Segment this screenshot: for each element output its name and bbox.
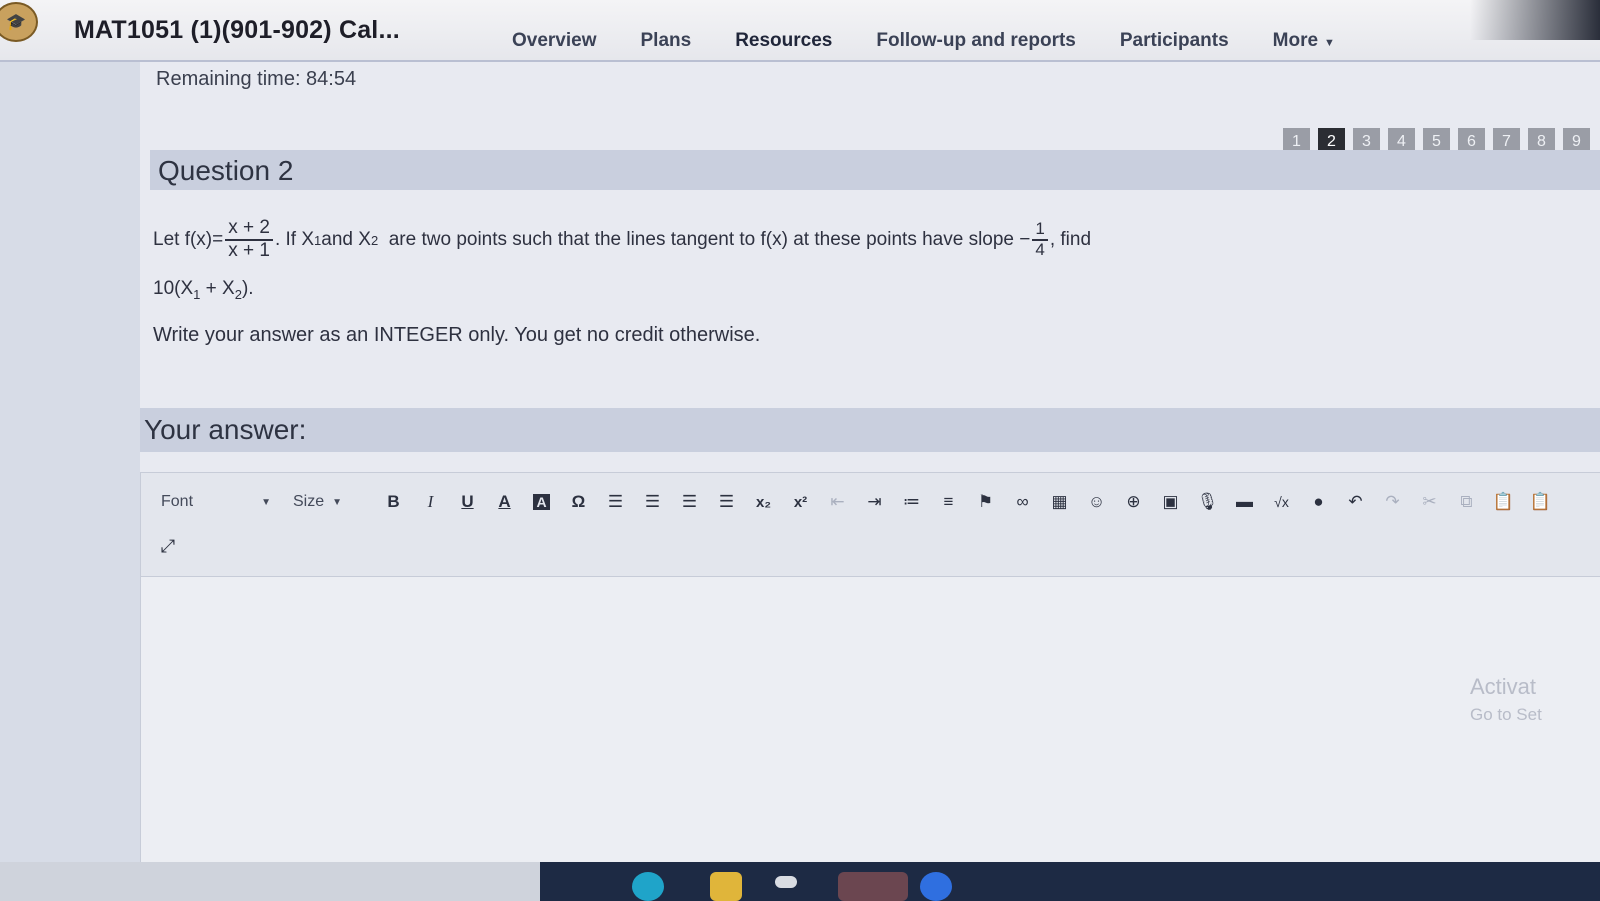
question-text: . If X	[274, 229, 315, 250]
nav-follow-up-and-reports[interactable]: Follow-up and reports	[854, 24, 1098, 65]
bullet-list-icon[interactable]: ≡	[932, 487, 965, 517]
question-header: Question 2	[150, 150, 1600, 190]
fraction-denominator: 4	[1035, 240, 1045, 259]
nav-overview[interactable]: Overview	[490, 24, 619, 65]
question-body: Let f(x)= x + 2 x + 1 . If X1 and X2 are…	[153, 212, 1553, 347]
toolbar-buttons: B I U A A Ω ☰ ☰ ☰ ☰ x₂ x² ⇤ ⇥ ≔ ≡ ⚑ ∞ ▦ …	[377, 487, 1557, 517]
special-character-button[interactable]: Ω	[562, 487, 595, 517]
anchor-flag-icon[interactable]: ⚑	[969, 487, 1002, 517]
left-sidebar	[0, 62, 140, 862]
align-justify-icon[interactable]: ☰	[710, 487, 743, 517]
answer-editor: Font ▼ Size ▼ B I U A A Ω ☰ ☰ ☰ ☰ x₂ x² …	[140, 472, 1600, 863]
font-select-label: Font	[161, 493, 194, 510]
os-taskbar	[0, 862, 1600, 901]
question-text: are two points such that the lines tange…	[378, 229, 1031, 250]
redo-icon[interactable]: ↷	[1376, 487, 1409, 517]
app-icon[interactable]	[920, 872, 952, 901]
top-navigation-bar: 🎓 MAT1051 (1)(901-902) Cal... Overview P…	[0, 0, 1600, 65]
answer-instruction: Write your answer as an INTEGER only. Yo…	[153, 323, 761, 346]
quiz-main: Remaining time: 84:54 1 2 3 4 5 6 7 8 9 …	[140, 62, 1600, 863]
question-text-line: Let f(x)= x + 2 x + 1 . If X1 and X2 are…	[153, 212, 1553, 268]
answer-text-area[interactable]	[141, 577, 1600, 863]
outdent-icon[interactable]: ⇤	[821, 487, 854, 517]
math-editor-icon[interactable]: ●	[1302, 487, 1335, 517]
text-color-button[interactable]: A	[488, 487, 521, 517]
maximize-icon[interactable]: ⤢	[153, 531, 183, 561]
caret-down-icon: ▼	[1324, 37, 1335, 49]
subscript: 2	[370, 232, 379, 248]
fraction-denominator: x + 1	[228, 240, 270, 261]
question-text: and X	[321, 229, 371, 250]
fraction-numerator: x + 2	[225, 217, 273, 241]
course-title[interactable]: MAT1051 (1)(901-902) Cal...	[74, 16, 400, 45]
function-fraction: x + 2 x + 1	[225, 217, 273, 262]
file-explorer-icon[interactable]	[710, 872, 742, 901]
image-icon[interactable]: ▣	[1154, 487, 1187, 517]
emoticon-icon[interactable]: ☺	[1080, 487, 1113, 517]
copy-icon[interactable]: ⧉	[1450, 487, 1483, 517]
bold-button[interactable]: B	[377, 487, 410, 517]
subscript: 1	[314, 232, 322, 248]
paste-text-icon[interactable]: 📋	[1524, 487, 1557, 517]
slope-fraction: 1 4	[1032, 220, 1048, 259]
numbered-list-icon[interactable]: ≔	[895, 487, 928, 517]
superscript-button[interactable]: x²	[784, 487, 817, 517]
window-corner	[1470, 0, 1600, 40]
expression-text: + X	[200, 278, 235, 299]
expression-text: 10(X	[153, 278, 194, 299]
cut-icon[interactable]: ✂	[1413, 487, 1446, 517]
question-expression: 10(X1 + X2).	[153, 278, 1553, 302]
italic-button[interactable]: I	[414, 487, 447, 517]
taskbar-apps-area	[540, 862, 1600, 901]
background-color-icon: A	[533, 494, 550, 510]
graduation-cap-icon[interactable]: 🎓	[0, 2, 38, 42]
course-nav: Overview Plans Resources Follow-up and r…	[490, 24, 1357, 65]
size-select[interactable]: Size ▼	[293, 487, 363, 517]
question-title: Question 2	[158, 155, 294, 186]
align-right-icon[interactable]: ☰	[673, 487, 706, 517]
remaining-time: Remaining time: 84:54	[156, 68, 357, 90]
nav-participants[interactable]: Participants	[1098, 24, 1251, 65]
question-text: , find	[1049, 229, 1092, 250]
nav-more-label: More	[1272, 30, 1319, 51]
table-icon[interactable]: ▦	[1043, 487, 1076, 517]
undo-icon[interactable]: ↶	[1339, 487, 1372, 517]
subscript-button[interactable]: x₂	[747, 487, 780, 517]
size-select-label: Size	[293, 493, 325, 510]
expression-text: ).	[241, 278, 254, 299]
background-color-button[interactable]: A	[525, 487, 558, 517]
font-select[interactable]: Font ▼	[161, 487, 271, 517]
equation-button[interactable]: √x	[1265, 487, 1298, 517]
chrome-active-icon[interactable]	[838, 872, 908, 901]
globe-icon[interactable]: ⊕	[1117, 487, 1150, 517]
nav-resources[interactable]: Resources	[713, 24, 855, 65]
paste-icon[interactable]: 📋	[1487, 487, 1520, 517]
microphone-icon[interactable]: 🎙	[1191, 487, 1224, 517]
fraction-numerator: 1	[1032, 220, 1048, 241]
watermark-line-2: Go to Set	[1470, 704, 1542, 724]
link-icon[interactable]: ∞	[1006, 487, 1039, 517]
watermark-line-1: Activat	[1470, 674, 1537, 699]
editor-toolbar: Font ▼ Size ▼ B I U A A Ω ☰ ☰ ☰ ☰ x₂ x² …	[141, 473, 1600, 577]
align-left-icon[interactable]: ☰	[599, 487, 632, 517]
store-icon[interactable]	[775, 876, 797, 888]
caret-down-icon: ▼	[261, 496, 271, 508]
indent-icon[interactable]: ⇥	[858, 487, 891, 517]
caret-down-icon: ▼	[332, 496, 343, 508]
edge-browser-icon[interactable]	[632, 872, 664, 901]
nav-plans[interactable]: Plans	[619, 24, 714, 65]
subscript: 2	[234, 286, 242, 302]
video-icon[interactable]: ▬	[1228, 487, 1261, 517]
activation-watermark: Activat Go to Set	[1470, 672, 1600, 727]
answer-header: Your answer:	[140, 408, 1600, 452]
underline-button[interactable]: U	[451, 487, 484, 517]
answer-title: Your answer:	[144, 414, 307, 445]
align-center-icon[interactable]: ☰	[636, 487, 669, 517]
nav-more[interactable]: More ▼	[1251, 24, 1357, 65]
question-text: Let f(x)=	[153, 229, 224, 250]
